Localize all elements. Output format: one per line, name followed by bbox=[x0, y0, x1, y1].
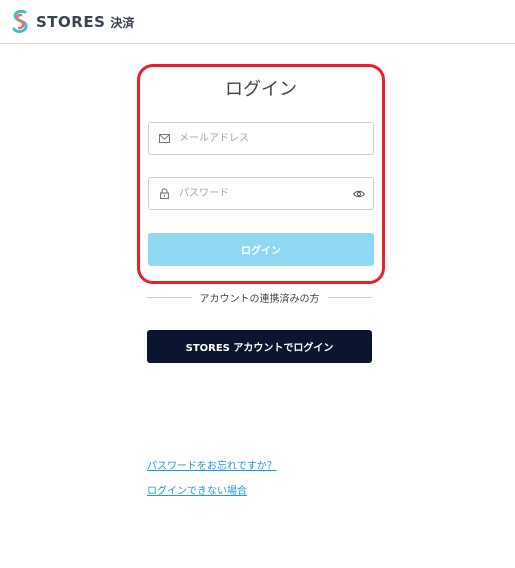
login-button[interactable]: ログイン bbox=[148, 233, 374, 266]
eye-icon[interactable] bbox=[345, 190, 373, 198]
divider-line-left bbox=[147, 296, 192, 298]
page-title: ログイン bbox=[225, 79, 297, 100]
email-field[interactable] bbox=[148, 122, 374, 155]
forgot-password-link[interactable]: パスワードをお忘れですか？ bbox=[147, 457, 277, 472]
app-header: STORES 決済 bbox=[0, 0, 515, 44]
divider-label: アカウントの連携済みの方 bbox=[199, 293, 320, 305]
brand-subtitle: 決済 bbox=[110, 15, 135, 30]
lock-icon bbox=[149, 188, 179, 199]
cannot-login-link[interactable]: ログインできない場合 bbox=[147, 482, 247, 497]
stores-account-login-button[interactable]: STORES アカウントでログイン bbox=[147, 330, 372, 363]
linked-account-divider: アカウントの連携済みの方 bbox=[147, 289, 372, 305]
stores-logo-icon bbox=[12, 10, 28, 33]
divider-line-right bbox=[327, 296, 372, 298]
password-field[interactable] bbox=[148, 177, 374, 210]
login-card: ログイン ログイン bbox=[137, 64, 385, 284]
email-input[interactable] bbox=[179, 123, 373, 154]
password-input[interactable] bbox=[179, 178, 345, 209]
mail-icon bbox=[149, 134, 179, 143]
stores-logo[interactable]: STORES 決済 bbox=[10, 8, 134, 36]
brand-name: STORES bbox=[36, 13, 106, 31]
